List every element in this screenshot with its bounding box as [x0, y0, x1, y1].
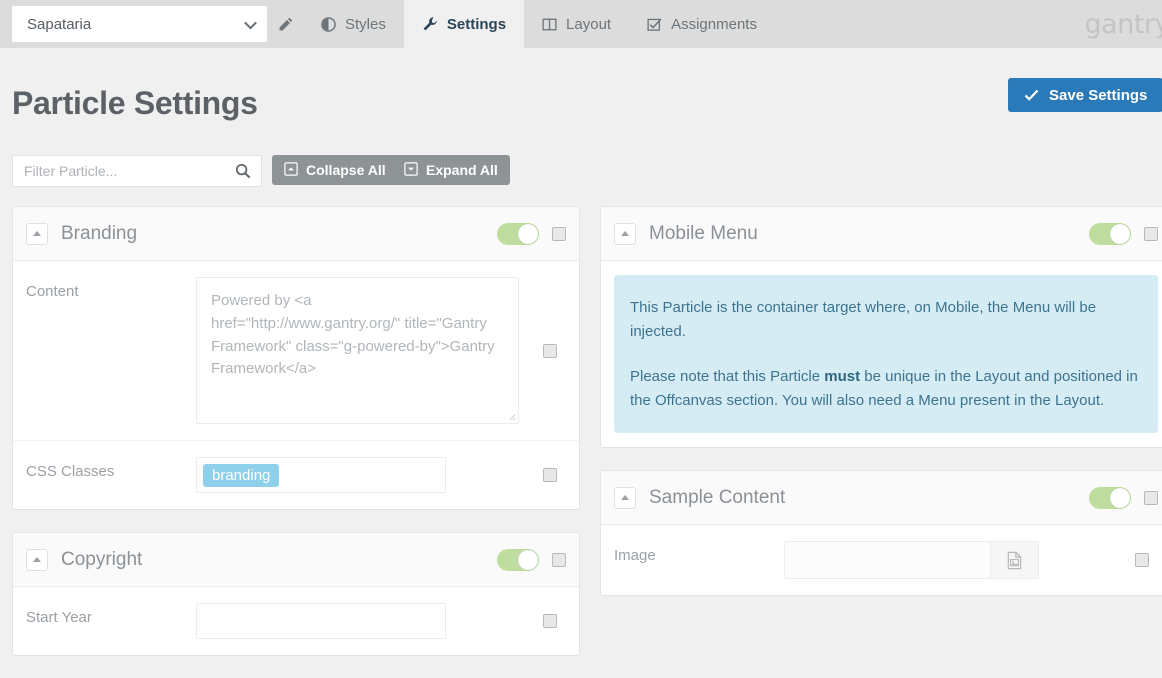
panel-copyright-header[interactable]: Copyright: [13, 533, 579, 587]
page-title: Particle Settings: [12, 85, 258, 121]
tab-layout[interactable]: Layout: [524, 0, 629, 48]
tab-layout-label: Layout: [566, 15, 612, 33]
field-start-year-override-checkbox[interactable]: [543, 614, 557, 628]
panel-mobile-menu-override-checkbox[interactable]: [1144, 226, 1158, 241]
tab-assignments-label: Assignments: [671, 15, 757, 33]
content-textarea-value: Powered by <a href="http://www.gantry.or…: [211, 292, 495, 378]
pencil-icon: [279, 17, 292, 30]
caret-up-icon[interactable]: [26, 548, 48, 571]
caret-up-icon[interactable]: [614, 222, 636, 245]
contrast-icon: [321, 16, 336, 32]
right-column: Mobile Menu This Particle is the contain…: [600, 206, 1162, 618]
collapse-all-label: Collapse All: [306, 162, 386, 178]
tab-assignments[interactable]: Assignments: [629, 0, 775, 48]
save-settings-label: Save Settings: [1049, 86, 1148, 104]
content-textarea[interactable]: Powered by <a href="http://www.gantry.or…: [196, 277, 519, 424]
panel-sample-content-toggle[interactable]: [1089, 486, 1131, 509]
checkbox-icon: [647, 17, 662, 32]
panel-copyright-toggle[interactable]: [497, 548, 539, 571]
css-class-tag[interactable]: branding: [203, 463, 280, 487]
panel-branding-override-checkbox[interactable]: [552, 226, 566, 241]
tab-settings-label: Settings: [446, 15, 507, 33]
caret-up-icon[interactable]: [614, 486, 636, 509]
panel-sample-content-header[interactable]: Sample Content: [601, 471, 1162, 526]
filter-particle-input[interactable]: Filter Particle...: [12, 155, 262, 187]
edit-theme-button[interactable]: [267, 0, 303, 48]
field-content-label: Content: [26, 283, 79, 300]
theme-select[interactable]: Sapataria: [12, 6, 267, 42]
field-start-year: Start Year: [13, 587, 579, 655]
panel-branding: Branding Content Powered by <a href="htt…: [12, 206, 580, 510]
field-css-classes-override-checkbox[interactable]: [543, 468, 557, 482]
wrench-icon: [422, 16, 438, 32]
field-css-classes-label: CSS Classes: [26, 463, 115, 480]
expand-all-label: Expand All: [426, 162, 498, 178]
notice-paragraph-2-a: Please note that this Particle: [630, 368, 825, 386]
left-column: Branding Content Powered by <a href="htt…: [12, 206, 580, 678]
columns-icon: [542, 17, 557, 32]
tab-styles[interactable]: Styles: [303, 0, 404, 48]
collapse-square-icon: [284, 161, 298, 179]
tab-settings[interactable]: Settings: [403, 0, 525, 48]
image-picker-button[interactable]: [990, 542, 1038, 579]
css-classes-input[interactable]: branding: [196, 457, 446, 493]
panel-sample-content-title: Sample Content: [649, 486, 786, 508]
field-image-label: Image: [614, 547, 656, 565]
panel-copyright: Copyright Start Year: [12, 532, 580, 656]
caret-up-icon[interactable]: [26, 222, 48, 245]
image-input[interactable]: [784, 541, 1039, 580]
panel-mobile-menu-header[interactable]: Mobile Menu: [601, 207, 1162, 261]
panel-branding-toggle[interactable]: [497, 222, 539, 245]
panel-branding-title: Branding: [61, 222, 138, 244]
notice-paragraph-2: Please note that this Particle must be u…: [630, 365, 1142, 412]
notice-paragraph-1: This Particle is the container target wh…: [630, 299, 1097, 340]
panel-sample-content-override-checkbox[interactable]: [1144, 490, 1158, 505]
collapse-all-button[interactable]: Collapse All: [272, 155, 398, 185]
mobile-menu-notice: This Particle is the container target wh…: [614, 275, 1158, 434]
field-content: Content Powered by <a href="http://www.g…: [13, 261, 579, 441]
save-settings-button[interactable]: Save Settings: [1008, 78, 1162, 112]
panel-copyright-override-checkbox[interactable]: [552, 552, 566, 567]
panel-mobile-menu-title: Mobile Menu: [649, 222, 758, 244]
image-input-value[interactable]: [785, 542, 990, 578]
check-icon: [1024, 89, 1039, 101]
field-css-classes: CSS Classes branding: [13, 441, 579, 509]
resize-handle[interactable]: [507, 412, 516, 421]
field-image: Image: [601, 525, 1162, 595]
expand-all-button[interactable]: Expand All: [392, 155, 510, 185]
search-icon: [235, 163, 251, 184]
top-bar: Sapataria Styles Settings Layout Assignm…: [0, 0, 1162, 48]
notice-paragraph-2-strong: must: [824, 368, 861, 386]
panel-copyright-title: Copyright: [61, 548, 143, 570]
chevron-down-icon: [244, 16, 257, 30]
panel-mobile-menu: Mobile Menu This Particle is the contain…: [600, 206, 1162, 449]
filter-particle-placeholder: Filter Particle...: [24, 163, 118, 179]
theme-select-value: Sapataria: [27, 15, 92, 33]
start-year-input[interactable]: [196, 603, 446, 639]
gantry-logo: gantry: [1084, 9, 1162, 40]
panel-branding-header[interactable]: Branding: [13, 207, 579, 261]
panel-sample-content: Sample Content Image: [600, 470, 1162, 597]
panel-mobile-menu-toggle[interactable]: [1089, 222, 1131, 245]
field-content-override-checkbox[interactable]: [543, 343, 557, 358]
expand-square-icon: [404, 161, 418, 179]
tab-styles-label: Styles: [345, 15, 386, 33]
image-file-icon: [1007, 551, 1022, 569]
field-start-year-label: Start Year: [26, 609, 92, 626]
field-image-override-checkbox[interactable]: [1135, 553, 1149, 568]
